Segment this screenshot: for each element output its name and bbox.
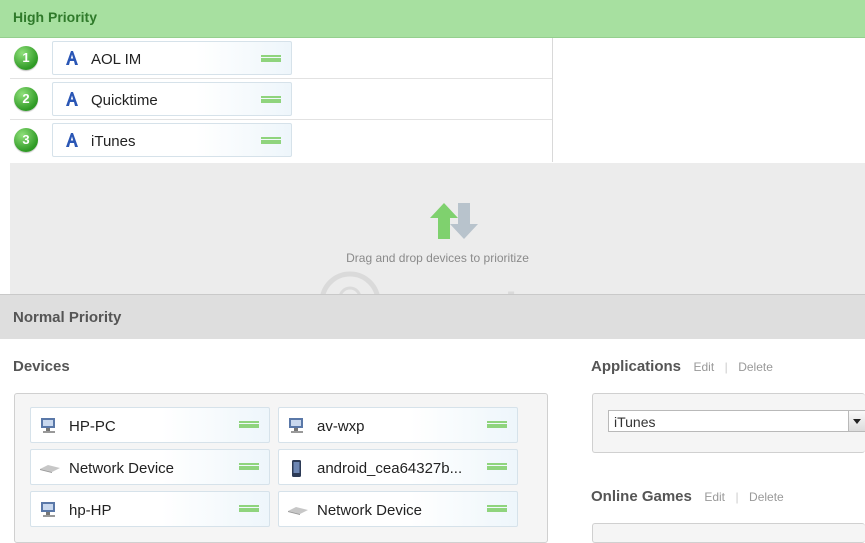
application-icon xyxy=(66,51,78,65)
rank-badge: 2 xyxy=(14,87,38,111)
online-games-title: Online Games xyxy=(591,488,692,505)
high-priority-title: High Priority xyxy=(13,9,98,25)
computer-icon xyxy=(41,418,55,433)
device-card-network-device[interactable]: Network Device xyxy=(30,449,270,485)
high-priority-row: 2 Quicktime xyxy=(10,79,552,120)
link-separator: | xyxy=(735,490,739,504)
device-card-label: android_cea64327b... xyxy=(317,460,463,477)
network-device-icon xyxy=(288,507,308,515)
priority-card-itunes[interactable]: iTunes xyxy=(52,123,292,157)
drag-handle-icon[interactable] xyxy=(261,55,281,62)
online-games-header: Online Games Edit | Delete xyxy=(591,488,784,506)
online-games-delete-link[interactable]: Delete xyxy=(749,490,784,504)
device-card-hp-pc[interactable]: HP-PC xyxy=(30,407,270,443)
normal-priority-title: Normal Priority xyxy=(13,309,122,326)
high-priority-list: 1 AOL IM 2 Quicktime 3 iTunes xyxy=(10,38,553,162)
priority-card-label: iTunes xyxy=(91,133,136,150)
priority-card-aol-im[interactable]: AOL IM xyxy=(52,41,292,75)
device-card-av-wxp[interactable]: av-wxp xyxy=(278,407,518,443)
drop-zone-hint: Drag and drop devices to prioritize xyxy=(346,251,529,265)
high-priority-row: 1 AOL IM xyxy=(10,38,552,79)
application-icon xyxy=(66,133,78,147)
phone-icon xyxy=(292,460,301,477)
applications-title: Applications xyxy=(591,358,682,375)
priority-card-label: AOL IM xyxy=(91,51,142,68)
application-icon xyxy=(66,92,78,106)
device-card-label: HP-PC xyxy=(69,418,116,435)
drag-handle-icon[interactable] xyxy=(239,421,259,428)
computer-icon xyxy=(289,418,303,433)
drag-handle-icon[interactable] xyxy=(487,421,507,428)
link-separator: | xyxy=(724,360,728,374)
device-card-hp-hp[interactable]: hp-HP xyxy=(30,491,270,527)
drag-handle-icon[interactable] xyxy=(487,505,507,512)
rank-badge: 3 xyxy=(14,128,38,152)
priority-drop-zone[interactable]: Drag and drop devices to prioritize xyxy=(10,163,865,294)
applications-box: iTunes xyxy=(592,393,865,453)
device-card-network-device-2[interactable]: Network Device xyxy=(278,491,518,527)
high-priority-header: High Priority xyxy=(0,0,865,38)
applications-select[interactable]: iTunes xyxy=(608,410,865,432)
applications-header: Applications Edit | Delete xyxy=(591,358,773,376)
computer-icon xyxy=(41,502,55,517)
up-down-arrows-icon xyxy=(430,203,478,239)
chevron-down-icon[interactable] xyxy=(848,411,865,431)
device-card-label: Network Device xyxy=(317,502,423,519)
drag-handle-icon[interactable] xyxy=(487,463,507,470)
rank-badge: 1 xyxy=(14,46,38,70)
applications-select-value: iTunes xyxy=(614,414,656,430)
device-card-label: av-wxp xyxy=(317,418,365,435)
normal-priority-header: Normal Priority xyxy=(0,294,865,339)
devices-list: HP-PC av-wxp Network Device android_cea6… xyxy=(14,393,548,543)
device-card-label: hp-HP xyxy=(69,502,112,519)
drag-handle-icon[interactable] xyxy=(261,96,281,103)
drag-handle-icon[interactable] xyxy=(239,463,259,470)
network-device-icon xyxy=(40,465,60,473)
drag-handle-icon[interactable] xyxy=(261,137,281,144)
devices-title: Devices xyxy=(13,358,70,375)
device-card-label: Network Device xyxy=(69,460,175,477)
drag-handle-icon[interactable] xyxy=(239,505,259,512)
priority-card-quicktime[interactable]: Quicktime xyxy=(52,82,292,116)
applications-edit-link[interactable]: Edit xyxy=(693,360,714,374)
high-priority-row: 3 iTunes xyxy=(10,120,552,160)
applications-delete-link[interactable]: Delete xyxy=(738,360,773,374)
online-games-edit-link[interactable]: Edit xyxy=(704,490,725,504)
priority-card-label: Quicktime xyxy=(91,92,158,109)
device-card-android[interactable]: android_cea64327b... xyxy=(278,449,518,485)
online-games-box xyxy=(592,523,865,543)
